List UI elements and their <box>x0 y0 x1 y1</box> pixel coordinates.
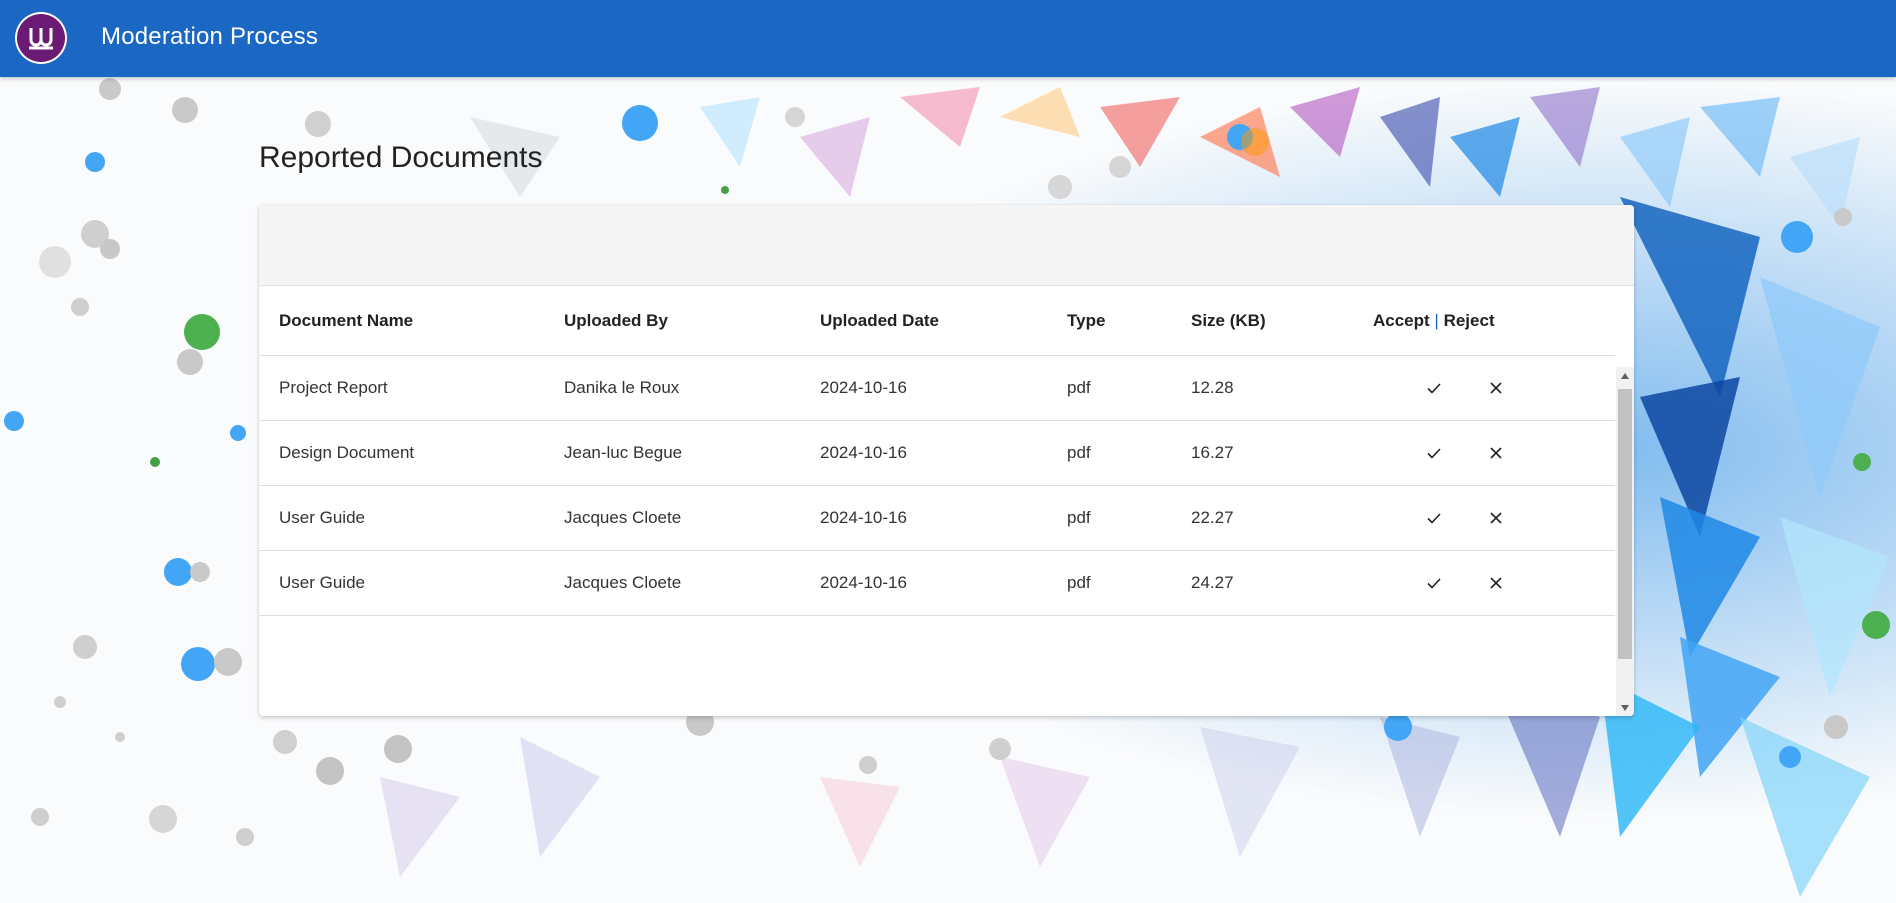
cell-uploaded-by: Jacques Cloete <box>544 550 800 616</box>
accept-button[interactable] <box>1416 370 1452 406</box>
cell-uploaded-date: 2024-10-16 <box>800 355 1047 421</box>
cell-document-name: Project Report <box>259 355 544 421</box>
header-separator: | <box>1434 310 1439 330</box>
table-container: Document Name Uploaded By Uploaded Date … <box>259 286 1634 716</box>
cell-actions <box>1343 485 1615 551</box>
column-header-size: Size (KB) <box>1171 286 1343 356</box>
close-icon <box>1490 382 1502 394</box>
reject-header-label: Reject <box>1443 310 1495 330</box>
column-header-document-name: Document Name <box>259 286 544 356</box>
check-icon <box>1427 448 1441 459</box>
cell-type: pdf <box>1047 355 1171 421</box>
accept-button[interactable] <box>1416 500 1452 536</box>
cell-document-name: User Guide <box>259 550 544 616</box>
cell-size: 12.28 <box>1171 355 1343 421</box>
cell-document-name: User Guide <box>259 485 544 551</box>
table-header-row: Document Name Uploaded By Uploaded Date … <box>259 286 1615 356</box>
accept-button[interactable] <box>1416 565 1452 601</box>
documents-card: Document Name Uploaded By Uploaded Date … <box>259 205 1634 716</box>
cell-actions <box>1343 550 1615 616</box>
close-icon <box>1490 447 1502 459</box>
page-title: Reported Documents <box>259 141 543 174</box>
accept-button[interactable] <box>1416 435 1452 471</box>
table-row: Design Document Jean-luc Begue 2024-10-1… <box>259 420 1615 486</box>
check-icon <box>1427 513 1441 524</box>
check-icon <box>1427 383 1441 394</box>
check-icon <box>1427 578 1441 589</box>
accept-header-label: Accept <box>1373 310 1430 330</box>
cell-actions <box>1343 420 1615 486</box>
cell-size: 24.27 <box>1171 550 1343 616</box>
cell-size: 16.27 <box>1171 420 1343 486</box>
table-row: Project Report Danika le Roux 2024-10-16… <box>259 355 1615 421</box>
close-icon <box>1490 577 1502 589</box>
cell-uploaded-date: 2024-10-16 <box>800 550 1047 616</box>
app-header: Moderation Process <box>0 0 1896 77</box>
cell-document-name: Design Document <box>259 420 544 486</box>
card-toolbar <box>259 205 1634 286</box>
table-scrollbar[interactable] <box>1616 367 1634 716</box>
reject-button[interactable] <box>1478 370 1514 406</box>
table-row: User Guide Jacques Cloete 2024-10-16 pdf… <box>259 550 1615 616</box>
scrollbar-thumb[interactable] <box>1618 389 1632 659</box>
logo-glyph <box>29 28 53 50</box>
cell-type: pdf <box>1047 485 1171 551</box>
scroll-down-arrow-icon[interactable] <box>1616 699 1634 716</box>
column-header-actions: Accept | Reject <box>1343 286 1615 356</box>
reject-button[interactable] <box>1478 565 1514 601</box>
cell-uploaded-by: Jacques Cloete <box>544 485 800 551</box>
column-header-uploaded-date: Uploaded Date <box>800 286 1047 356</box>
cell-actions <box>1343 355 1615 421</box>
cell-type: pdf <box>1047 420 1171 486</box>
university-logo-icon[interactable] <box>15 12 67 64</box>
app-title: Moderation Process <box>101 23 319 50</box>
cell-uploaded-date: 2024-10-16 <box>800 485 1047 551</box>
close-icon <box>1490 512 1502 524</box>
cell-type: pdf <box>1047 550 1171 616</box>
cell-uploaded-date: 2024-10-16 <box>800 420 1047 486</box>
column-header-uploaded-by: Uploaded By <box>544 286 800 356</box>
cell-uploaded-by: Jean-luc Begue <box>544 420 800 486</box>
reported-documents-table: Document Name Uploaded By Uploaded Date … <box>259 286 1615 616</box>
scroll-up-arrow-icon[interactable] <box>1616 367 1634 385</box>
cell-uploaded-by: Danika le Roux <box>544 355 800 421</box>
cell-size: 22.27 <box>1171 485 1343 551</box>
reject-button[interactable] <box>1478 435 1514 471</box>
column-header-type: Type <box>1047 286 1171 356</box>
table-row: User Guide Jacques Cloete 2024-10-16 pdf… <box>259 485 1615 551</box>
reject-button[interactable] <box>1478 500 1514 536</box>
